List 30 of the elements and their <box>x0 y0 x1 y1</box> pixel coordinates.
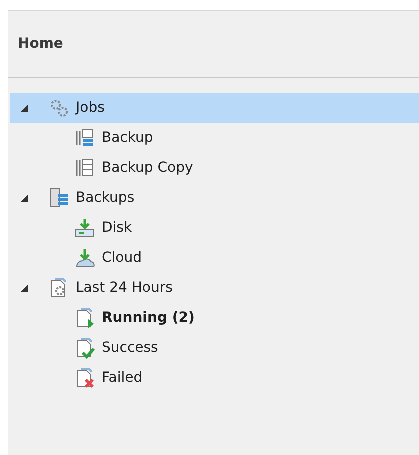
expanded-arrow-icon[interactable] <box>20 194 28 202</box>
tree-label: Running (2) <box>102 310 195 326</box>
tree-item[interactable]: Failed <box>10 363 419 393</box>
tree-item[interactable]: Backup Copy <box>10 153 419 183</box>
panel-title: Home <box>18 36 64 52</box>
cloud-download-icon <box>74 247 96 269</box>
expanded-arrow-icon[interactable] <box>20 104 28 112</box>
tree-item[interactable]: Jobs <box>10 93 419 123</box>
tree-item[interactable]: Last 24 Hours <box>10 273 419 303</box>
tree-label: Failed <box>102 370 143 386</box>
tree-item[interactable]: Backups <box>10 183 419 213</box>
tree-item[interactable]: Success <box>10 333 419 363</box>
gears-icon <box>48 97 70 119</box>
tree-item[interactable]: Disk <box>10 213 419 243</box>
tree-item[interactable]: Backup <box>10 123 419 153</box>
tree-label: Backups <box>76 190 135 206</box>
server-list-icon <box>74 157 96 179</box>
tree-label: Disk <box>102 220 132 236</box>
disk-download-icon <box>74 217 96 239</box>
tree-label: Last 24 Hours <box>76 280 173 296</box>
tree-label: Cloud <box>102 250 142 266</box>
tree-label: Success <box>102 340 158 356</box>
tree-label: Jobs <box>76 100 105 116</box>
expanded-arrow-icon[interactable] <box>20 284 28 292</box>
server-list-icon <box>74 127 96 149</box>
tree-item[interactable]: Running (2) <box>10 303 419 333</box>
tree-item[interactable]: Cloud <box>10 243 419 273</box>
tree-label: Backup Copy <box>102 160 194 176</box>
tree-label: Backup <box>102 130 154 146</box>
server-stack-icon <box>48 187 70 209</box>
